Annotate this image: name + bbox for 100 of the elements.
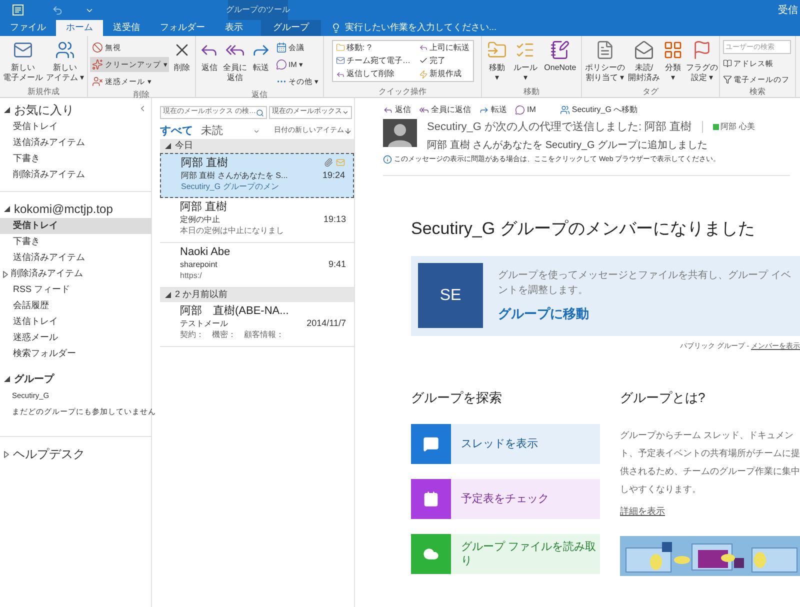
folder-item[interactable]: 受信トレイ: [0, 119, 151, 135]
filter-icon: [722, 75, 732, 84]
ribbon-button[interactable]: 未読/ 開封済み: [627, 36, 661, 86]
ribbon-button[interactable]: 全員に 返信: [222, 36, 248, 89]
message-item[interactable]: 阿部 直樹(ABE-NA... テストメール 2014/11/7 契約： 機密： 顧客情報：: [160, 302, 354, 347]
folder-item[interactable]: 送信済みアイテム: [0, 135, 151, 151]
message-time: 19:13: [323, 214, 346, 225]
explore-tile[interactable]: スレッドを表示: [411, 424, 600, 464]
explore-tile[interactable]: 予定表をチェック: [411, 478, 600, 518]
folder-item[interactable]: 下書き: [0, 151, 151, 167]
expanded-arrow-icon[interactable]: [4, 206, 10, 212]
collapse-icon[interactable]: [138, 104, 147, 113]
mail-icon: [336, 56, 344, 66]
ribbon-button[interactable]: OneNote: [543, 36, 578, 86]
caret-icon[interactable]: [253, 128, 260, 134]
folder-group-header[interactable]: お気に入り: [14, 101, 74, 119]
ribbon-button[interactable]: 新しい アイテム ▾: [45, 36, 86, 86]
date-group-header[interactable]: 2 か月前以前: [160, 288, 354, 302]
message-time: 2014/11/7: [306, 318, 346, 329]
ribbon-tab[interactable]: ホーム: [56, 20, 103, 36]
reading-action[interactable]: Secutiry_G へ移動: [560, 104, 638, 116]
folder-item[interactable]: 削除済みアイテム: [11, 266, 151, 282]
reply-all-icon: [419, 105, 429, 115]
ribbon-button[interactable]: 削除: [170, 36, 193, 89]
ribbon-tab[interactable]: グループ: [261, 20, 321, 36]
folder-group-header[interactable]: ヘルプデスク: [13, 445, 85, 463]
search-icon[interactable]: [256, 108, 264, 116]
expanded-arrow-icon[interactable]: [4, 376, 10, 382]
folder-item[interactable]: 受信トレイ: [0, 218, 151, 234]
sender-line: Secutiry_G が次の人の代理で送信しました: 阿部 直樹: [427, 120, 692, 135]
quick-step[interactable]: 新規作成: [418, 68, 470, 81]
reading-action[interactable]: 全員に返信: [419, 104, 471, 116]
group-description: グループを使ってメッセージとファイルを共有し、グループ イベントを調整します。: [498, 268, 792, 298]
message-subject: テストメール: [180, 318, 228, 329]
collapsed-arrow-icon[interactable]: [3, 270, 8, 278]
reading-action[interactable]: 転送: [479, 104, 507, 116]
reply-icon: [383, 105, 393, 115]
message-preview: 本日の定例は中止になりまし: [180, 225, 285, 236]
message-subject: 阿部 直樹 さんがあなたを S...: [181, 170, 288, 181]
ribbon-button[interactable]: フラグの 設定 ▾: [685, 36, 719, 86]
ribbon-button[interactable]: 返信: [198, 36, 220, 89]
expanded-arrow-icon[interactable]: [4, 107, 10, 113]
ribbon-button[interactable]: 新しい 電子メール: [2, 36, 44, 86]
ribbon-group-label: 新規作成: [26, 86, 60, 97]
folder-group-header[interactable]: kokomi@mctjp.top: [14, 200, 113, 218]
reading-action[interactable]: IM: [515, 104, 536, 116]
folder-item[interactable]: 削除済みアイテム: [0, 167, 151, 183]
ribbon-button[interactable]: 移動 ▾: [486, 36, 508, 86]
folder-item[interactable]: 検索フォルダー: [0, 346, 151, 362]
message-item[interactable]: 阿部 直樹 阿部 直樹 さんがあなたを S... 19:24 Secutiry_G グループのメン: [160, 153, 354, 198]
folder-move-icon: [486, 40, 507, 60]
sender-name: 阿部 直樹: [181, 157, 230, 170]
folder-group-header[interactable]: グループ: [14, 372, 54, 386]
ribbon-tab[interactable]: 表示: [215, 20, 253, 36]
reading-action[interactable]: 返信: [383, 104, 411, 116]
ribbon-tab[interactable]: 送受信: [103, 20, 150, 36]
folder-item[interactable]: 迷惑メール: [0, 330, 151, 346]
ribbon-tab[interactable]: ファイル: [0, 20, 56, 36]
explore-tile[interactable]: グループ ファイルを読み取り: [411, 534, 600, 574]
date-group-header[interactable]: 今日: [160, 139, 354, 153]
expanded-arrow-icon[interactable]: [165, 292, 171, 298]
folder-item[interactable]: 会話履歴: [0, 298, 151, 314]
ribbon-button[interactable]: 分類 ▾: [662, 36, 684, 86]
folder-item[interactable]: RSS フィード: [0, 282, 151, 298]
lightbulb-icon: [331, 23, 341, 33]
avatar: [383, 119, 417, 147]
undo-icon[interactable]: [52, 4, 63, 16]
quick-step[interactable]: 上司に転送: [418, 41, 470, 54]
expanded-arrow-icon[interactable]: [165, 143, 171, 149]
folder-item[interactable]: 送信済みアイテム: [0, 250, 151, 266]
ribbon-group-label: クイック操作: [378, 86, 428, 97]
message-item[interactable]: 阿部 直樹 定例の中止 19:13 本日の定例は中止になりまし: [160, 198, 354, 243]
tell-me-field[interactable]: 実行したい作業を入力してください...: [345, 21, 497, 35]
section-heading: グループとは?: [620, 389, 706, 407]
category-grid-icon: [663, 40, 683, 60]
quick-step[interactable]: 移動: ?: [336, 41, 410, 54]
quick-step[interactable]: 完了: [418, 54, 470, 68]
quick-step[interactable]: 返信して削除: [336, 68, 410, 81]
forward-icon: [479, 105, 489, 115]
filter-tab[interactable]: すべて: [160, 122, 193, 140]
about-text: グループからチーム スレッド、ドキュメント、予定表イベントの共有場所がチームに提供されるため、チームのグループ作業に集中しやすくなります。: [620, 428, 800, 496]
filter-tab[interactable]: 未読: [201, 122, 223, 140]
ribbon-button[interactable]: ポリシーの 割り当て ▾: [584, 36, 626, 86]
learn-more-link[interactable]: 詳細を表示: [620, 506, 665, 516]
collapsed-arrow-icon[interactable]: [4, 450, 9, 458]
folder-item[interactable]: 下書き: [0, 234, 151, 250]
message-subject-line: 阿部 直樹 さんがあなたを Secutiry_G グループに追加しました: [427, 138, 709, 152]
cloud-icon: [423, 546, 439, 562]
app-icon[interactable]: [12, 4, 24, 16]
check-icon: [418, 56, 428, 66]
ribbon-tab[interactable]: フォルダー: [150, 20, 215, 36]
flag-icon: [692, 40, 712, 60]
folder-item[interactable]: 送信トレイ: [0, 314, 151, 330]
recipient-name[interactable]: 阿部 心美: [720, 121, 755, 134]
go-to-group-link[interactable]: グループに移動: [498, 304, 794, 324]
section-heading: グループを探索: [411, 389, 503, 407]
quick-step[interactable]: チーム宛て電子…: [336, 54, 410, 68]
ribbon-button[interactable]: ルール ▾: [512, 36, 538, 86]
mail-icon: [13, 40, 33, 60]
ribbon-button[interactable]: 転送: [250, 36, 272, 89]
